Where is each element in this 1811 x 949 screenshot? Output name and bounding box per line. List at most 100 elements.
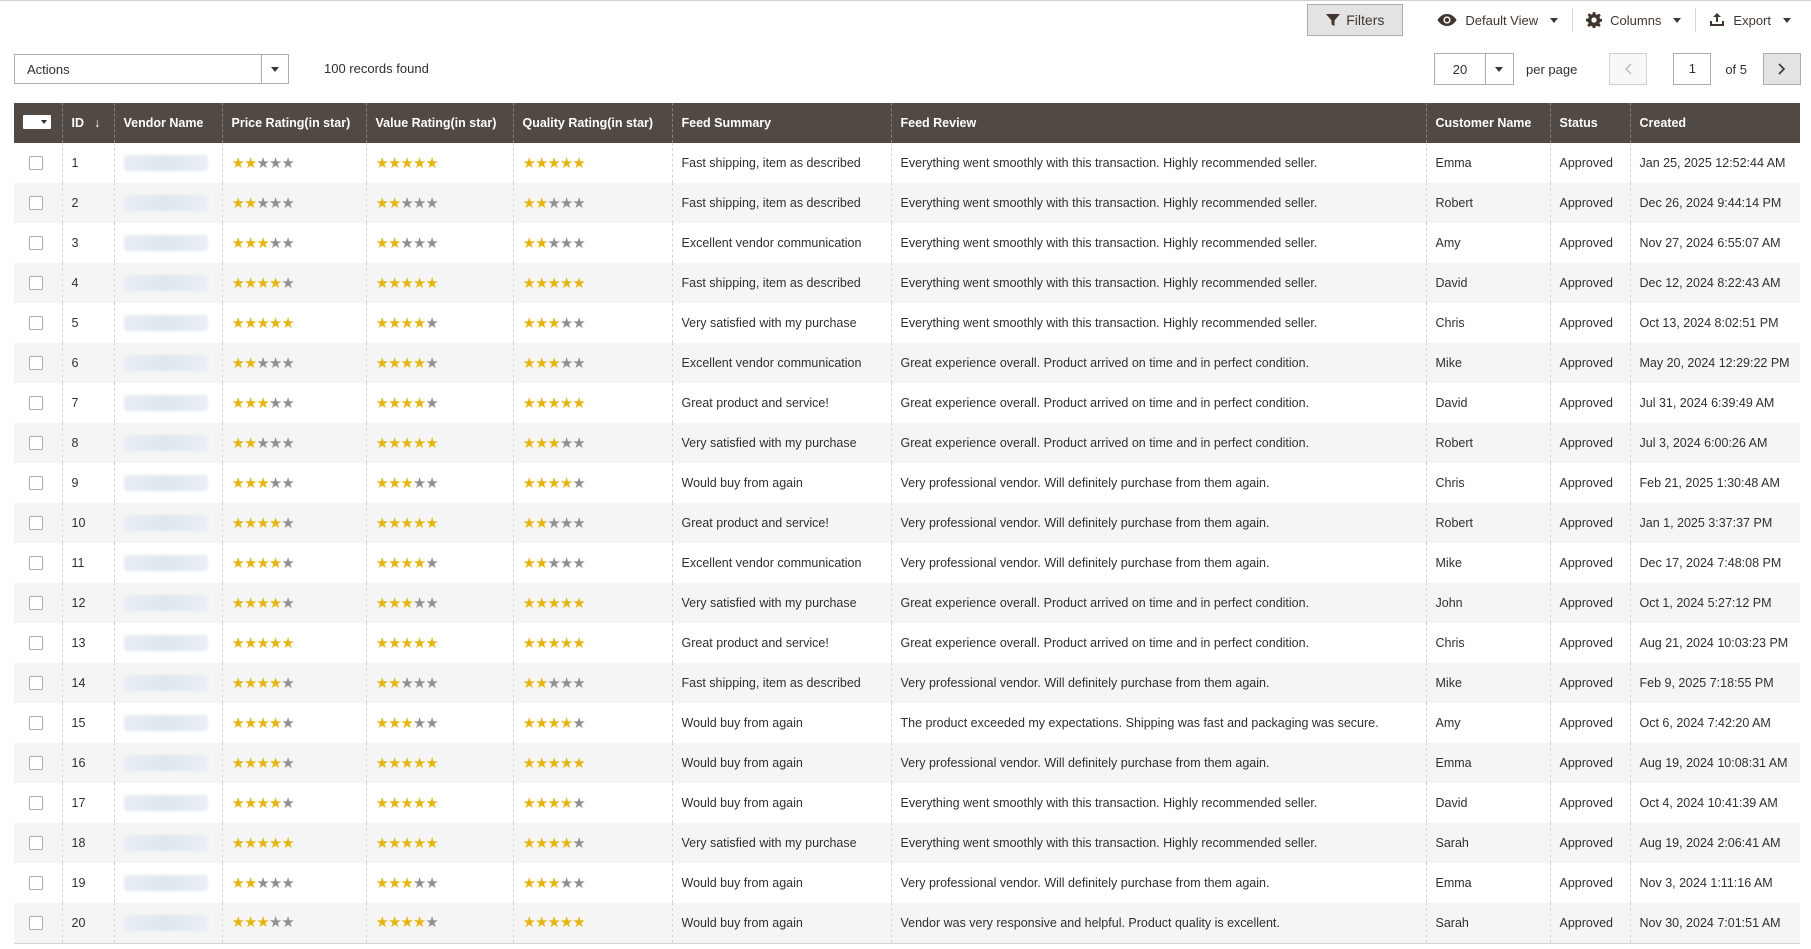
star-rating: ★ ★ ★ ★ ★ [376, 594, 439, 612]
price-rating-cell: ★ ★ ★ ★ ★ [221, 503, 366, 543]
quality-rating-cell: ★ ★ ★ ★ ★ [512, 343, 672, 383]
star-icon: ★ [559, 594, 573, 612]
star-icon: ★ [572, 274, 585, 292]
table-row[interactable]: 12 ★ ★ ★ ★ ★ ★ ★ ★ ★ ★ ★ ★ ★ ★ ★ Very satisfied with my … [14, 583, 1800, 623]
quality-rating-cell: ★ ★ ★ ★ ★ [512, 903, 672, 944]
table-row[interactable]: 4 ★ ★ ★ ★ ★ ★ ★ ★ ★ ★ ★ ★ ★ ★ ★ Fast shipping, item as d… [14, 263, 1800, 303]
star-icon: ★ [243, 754, 257, 772]
row-checkbox[interactable] [29, 156, 43, 171]
row-checkbox[interactable] [29, 236, 43, 251]
star-icon: ★ [387, 234, 401, 252]
vendor-name-redacted [123, 795, 208, 811]
row-checkbox[interactable] [29, 476, 43, 491]
reviews-grid: ID ↓ Vendor Name Price Rating(in star) Va… [14, 103, 1800, 944]
star-icon: ★ [425, 714, 438, 732]
mass-select-header[interactable] [14, 103, 62, 143]
row-checkbox[interactable] [29, 316, 43, 331]
column-header-feed-summary[interactable]: Feed Summary [671, 103, 891, 143]
table-row[interactable]: 5 ★ ★ ★ ★ ★ ★ ★ ★ ★ ★ ★ ★ ★ ★ ★ Very satisfied with my p… [14, 303, 1800, 343]
columns-dropdown[interactable]: Columns [1572, 4, 1695, 36]
star-icon: ★ [534, 794, 548, 812]
column-header-feed-review[interactable]: Feed Review [890, 103, 1426, 143]
current-page-input[interactable]: 1 [1673, 53, 1712, 85]
table-row[interactable]: 10 ★ ★ ★ ★ ★ ★ ★ ★ ★ ★ ★ ★ ★ ★ ★ Great product and servi… [14, 503, 1800, 543]
table-row[interactable]: 14 ★ ★ ★ ★ ★ ★ ★ ★ ★ ★ ★ ★ ★ ★ ★ Fast shipping, item as … [14, 663, 1800, 703]
column-header-quality-rating[interactable]: Quality Rating(in star) [512, 103, 672, 143]
row-checkbox[interactable] [29, 516, 43, 531]
table-row[interactable]: 13 ★ ★ ★ ★ ★ ★ ★ ★ ★ ★ ★ ★ ★ ★ ★ Great product and servi… [14, 623, 1800, 663]
star-icon: ★ [387, 594, 401, 612]
mass-select-checkbox[interactable] [23, 115, 51, 129]
star-rating: ★ ★ ★ ★ ★ [376, 316, 439, 331]
star-icon: ★ [281, 274, 294, 292]
star-icon: ★ [425, 674, 438, 692]
row-checkbox[interactable] [29, 596, 43, 611]
gear-icon [1586, 12, 1603, 28]
star-icon: ★ [534, 914, 548, 932]
star-icon: ★ [387, 394, 401, 412]
row-checkbox[interactable] [29, 556, 43, 571]
table-row[interactable]: 17 ★ ★ ★ ★ ★ ★ ★ ★ ★ ★ ★ ★ ★ ★ ★ Would buy from again Eve… [14, 783, 1800, 823]
column-header-status[interactable]: Status [1549, 103, 1630, 143]
row-select-cell [14, 263, 62, 303]
star-icon: ★ [387, 554, 401, 572]
actions-arrow[interactable] [261, 55, 288, 83]
price-rating-cell: ★ ★ ★ ★ ★ [221, 663, 366, 703]
table-row[interactable]: 16 ★ ★ ★ ★ ★ ★ ★ ★ ★ ★ ★ ★ ★ ★ ★ Would buy from again Ver… [14, 743, 1800, 783]
feed-summary-cell: Would buy from again [671, 743, 891, 783]
row-checkbox[interactable] [29, 716, 43, 731]
column-header-customer-name[interactable]: Customer Name [1425, 103, 1550, 143]
column-header-id[interactable]: ID ↓ [61, 103, 114, 143]
table-row[interactable]: 2 ★ ★ ★ ★ ★ ★ ★ ★ ★ ★ ★ ★ ★ ★ ★ Fast shipping, item as d… [14, 183, 1800, 223]
table-row[interactable]: 8 ★ ★ ★ ★ ★ ★ ★ ★ ★ ★ ★ ★ ★ ★ ★ Very satisfied with my p… [14, 423, 1800, 463]
column-header-price-rating[interactable]: Price Rating(in star) [221, 103, 366, 143]
table-row[interactable]: 18 ★ ★ ★ ★ ★ ★ ★ ★ ★ ★ ★ ★ ★ ★ ★ Very satisfied with my … [14, 823, 1800, 863]
row-checkbox[interactable] [29, 916, 43, 931]
star-icon: ★ [400, 554, 413, 572]
row-checkbox[interactable] [29, 676, 43, 691]
table-row[interactable]: 6 ★ ★ ★ ★ ★ ★ ★ ★ ★ ★ ★ ★ ★ ★ ★ Excellent vendor communi… [14, 343, 1800, 383]
star-icon: ★ [412, 674, 426, 692]
row-checkbox[interactable] [29, 636, 43, 651]
quality-rating-cell: ★ ★ ★ ★ ★ [512, 783, 672, 823]
id-cell: 12 [61, 583, 114, 623]
vendor-name-cell [113, 583, 222, 623]
table-row[interactable]: 11 ★ ★ ★ ★ ★ ★ ★ ★ ★ ★ ★ ★ ★ ★ ★ Excellent vendor commun… [14, 543, 1800, 583]
table-row[interactable]: 7 ★ ★ ★ ★ ★ ★ ★ ★ ★ ★ ★ ★ ★ ★ ★ Great product and servic… [14, 383, 1800, 423]
per-page-arrow[interactable] [1484, 54, 1513, 84]
table-row[interactable]: 15 ★ ★ ★ ★ ★ ★ ★ ★ ★ ★ ★ ★ ★ ★ ★ Would buy from again The… [14, 703, 1800, 743]
grid-toolbar: Filters Default View Columns Export [1307, 4, 1805, 36]
column-header-vendor-name[interactable]: Vendor Name [113, 103, 222, 143]
row-checkbox[interactable] [29, 196, 43, 211]
view-dropdown[interactable]: Default View [1423, 4, 1572, 36]
star-icon: ★ [559, 234, 573, 252]
table-row[interactable]: 9 ★ ★ ★ ★ ★ ★ ★ ★ ★ ★ ★ ★ ★ ★ ★ Would buy from again Very… [14, 463, 1800, 503]
star-icon: ★ [425, 274, 438, 292]
row-checkbox[interactable] [29, 396, 43, 411]
row-checkbox[interactable] [29, 276, 43, 291]
row-checkbox[interactable] [29, 796, 43, 811]
star-icon: ★ [559, 834, 573, 852]
table-row[interactable]: 1 ★ ★ ★ ★ ★ ★ ★ ★ ★ ★ ★ ★ ★ ★ ★ Fast shipping, item as d… [14, 143, 1800, 183]
chevron-down-icon [1673, 17, 1682, 23]
filters-button[interactable]: Filters [1307, 4, 1404, 36]
row-checkbox[interactable] [29, 356, 43, 371]
previous-page-button[interactable] [1609, 53, 1648, 85]
id-cell: 17 [61, 783, 114, 823]
row-checkbox[interactable] [29, 876, 43, 891]
export-dropdown[interactable]: Export [1695, 4, 1805, 36]
column-header-created[interactable]: Created [1629, 103, 1800, 143]
table-row[interactable]: 3 ★ ★ ★ ★ ★ ★ ★ ★ ★ ★ ★ ★ ★ ★ ★ Excellent vendor communi… [14, 223, 1800, 263]
table-row[interactable]: 19 ★ ★ ★ ★ ★ ★ ★ ★ ★ ★ ★ ★ ★ ★ ★ Would buy from again Ver… [14, 863, 1800, 903]
next-page-button[interactable] [1763, 53, 1801, 85]
table-row[interactable]: 20 ★ ★ ★ ★ ★ ★ ★ ★ ★ ★ ★ ★ ★ ★ ★ Would buy from again Ven… [14, 903, 1800, 944]
row-checkbox[interactable] [29, 436, 43, 451]
per-page-label: per page [1525, 61, 1578, 77]
per-page-select[interactable]: 20 [1433, 53, 1514, 85]
star-rating: ★ ★ ★ ★ ★ [232, 316, 295, 331]
row-checkbox[interactable] [29, 836, 43, 851]
star-rating: ★ ★ ★ ★ ★ [523, 316, 586, 331]
row-checkbox[interactable] [29, 756, 43, 771]
actions-dropdown[interactable]: Actions [14, 54, 289, 84]
column-header-value-rating[interactable]: Value Rating(in star) [365, 103, 513, 143]
